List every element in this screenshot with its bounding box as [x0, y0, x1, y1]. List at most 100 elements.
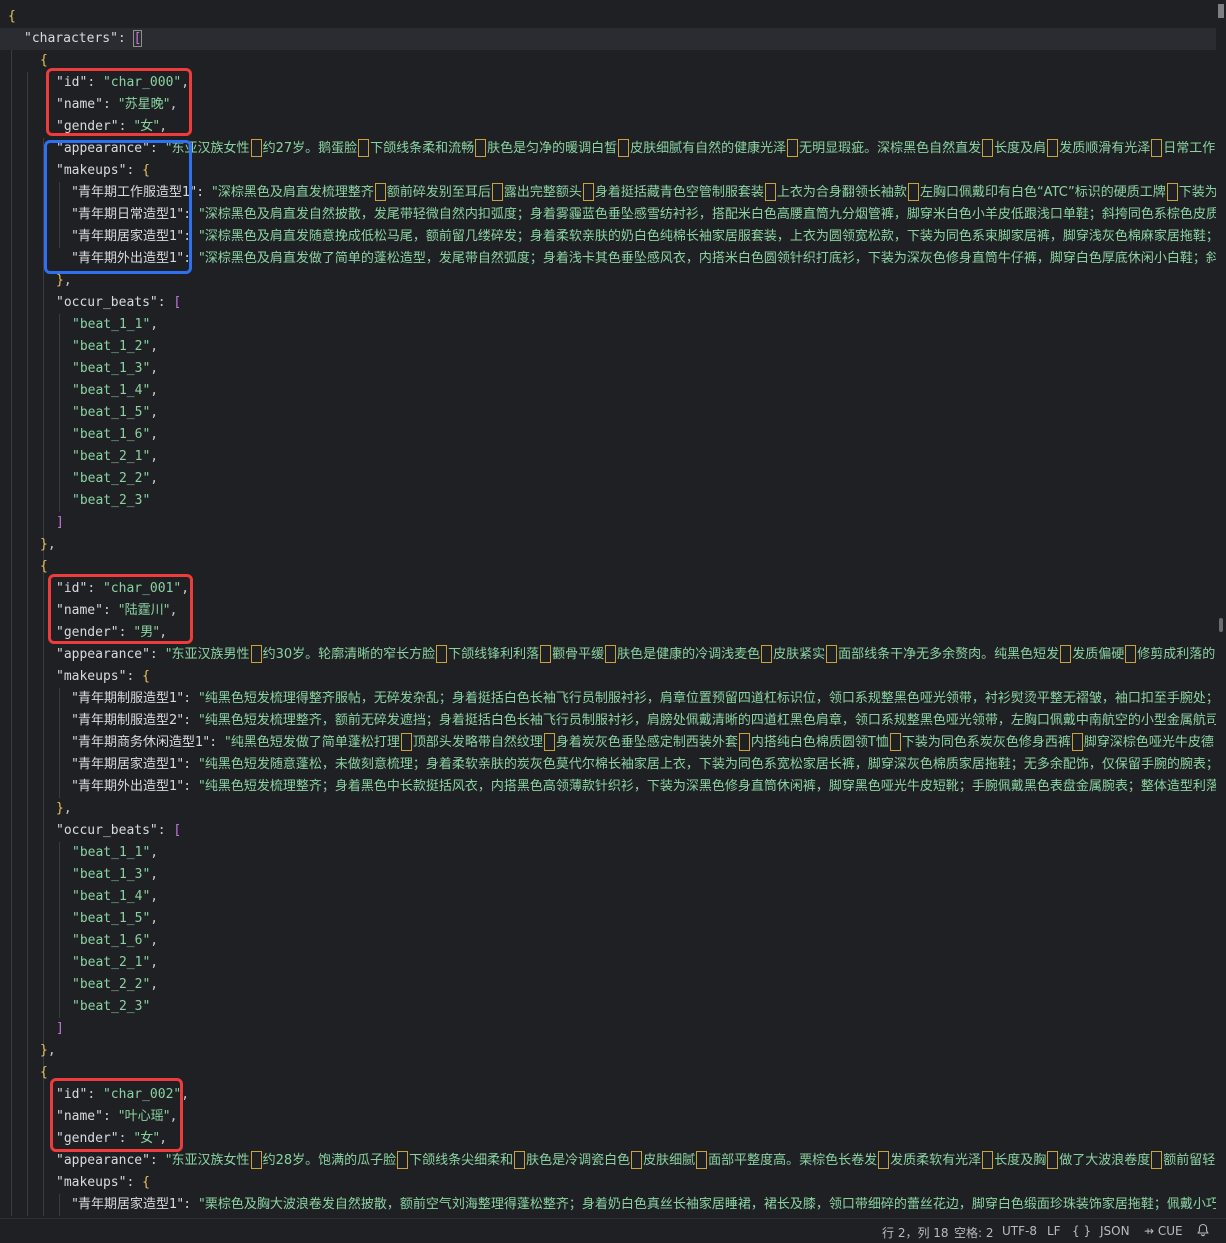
token-str: "beat_2_1": [72, 955, 151, 970]
token-str: 额前留轻薄: [1163, 1153, 1216, 1168]
token-str: "纯黑色短发随意蓬松，未做刻意梳理；身着柔软亲肤的炭灰色莫代尔棉长袖家居上衣，下…: [198, 757, 1216, 772]
code-line: "beat_1_4",: [72, 380, 158, 402]
language-mode[interactable]: JSON: [1100, 1224, 1130, 1238]
separator-marker: [543, 733, 555, 751]
indentation-setting[interactable]: 空格: 2: [954, 1224, 994, 1241]
token-str: "beat_1_6": [72, 427, 151, 442]
token-str: 修剪成利落的: [1137, 647, 1216, 662]
token-key: "appearance": [56, 647, 150, 662]
token-punc: :: [196, 185, 212, 200]
token-str: 顶部头发略带自然纹理: [412, 735, 543, 750]
scrollbar-thumb[interactable]: [1219, 618, 1223, 632]
bell-icon-glyph: [1197, 1223, 1209, 1237]
code-line: "appearance": "东亚汉族男性 约30岁。轮廓清晰的窄长方脸 下颌线锋利…: [56, 644, 1215, 666]
code-line: "beat_1_4",: [72, 886, 158, 908]
token-str: 日常工作时: [1163, 141, 1216, 156]
token-str: 额前碎发别至耳后: [386, 185, 491, 200]
separator-marker: [436, 645, 448, 663]
token-str: "beat_1_5": [72, 405, 151, 420]
token-punc: ,: [63, 273, 72, 288]
token-str: 肤色是冷调瓷白色: [526, 1153, 631, 1168]
token-brace: }: [40, 537, 48, 552]
code-line: "青年期制服造型1": "纯黑色短发梳理得整齐服帖，无碎发杂乱；身着挺括白色长袖…: [72, 688, 1216, 710]
token-key: "occur_beats": [56, 823, 158, 838]
token-str: "纯黑色短发梳理整齐；身着黑色中长款挺括风衣，内搭黑色高领薄款针织衫，下装为深黑…: [198, 779, 1216, 794]
token-punc: ,: [150, 889, 159, 904]
token-str: 下装为: [1178, 185, 1216, 200]
token-str: 露出完整额头: [503, 185, 582, 200]
token-str: "东亚汉族男性: [165, 647, 250, 662]
token-key: "青年期商务休闲造型1": [72, 735, 210, 750]
token-punc: ,: [150, 427, 159, 442]
separator-marker: [738, 733, 750, 751]
token-key: "makeups": [56, 1175, 127, 1190]
code-line: "beat_2_3": [72, 490, 150, 512]
indent-guide: [59, 688, 60, 798]
code-line: {: [40, 556, 48, 578]
code-line: "青年期日常造型1": "深棕黑色及肩直发自然披散，发尾带轻微自然内扣弧度；身着…: [72, 204, 1216, 226]
cursor-position[interactable]: 行 2，列 18: [882, 1224, 949, 1241]
token-punc: :: [149, 1153, 166, 1168]
code-line: "beat_1_6",: [72, 930, 158, 952]
bell-icon[interactable]: [1196, 1223, 1210, 1240]
code-line: {: [40, 50, 48, 72]
token-str: "栗棕色及胸大波浪卷发自然披散，额前空气刘海整理得蓬松整齐；身着奶白色真丝长袖家…: [198, 1197, 1216, 1212]
token-punc: ,: [150, 317, 159, 332]
token-str: 下颌线条尖细柔和: [409, 1153, 514, 1168]
indent-guide: [59, 314, 60, 512]
token-key: "青年期外出造型1": [72, 779, 184, 794]
token-str: "纯黑色短发梳理整齐，额前无碎发遮挡；身着挺括白色长袖飞行员制服衬衫，肩膀处佩戴…: [198, 713, 1216, 728]
code-line: "beat_1_5",: [72, 402, 158, 424]
code-editor[interactable]: {"characters": [{"id": "char_000", "name"…: [0, 0, 1216, 1216]
token-str: 脚穿深棕色哑光牛皮德: [1083, 735, 1214, 750]
token-str: 身着炭灰色垂坠感定制西装外套: [555, 735, 738, 750]
separator-marker: [1047, 1151, 1059, 1169]
braces-icon[interactable]: { }: [1072, 1224, 1091, 1238]
separator-marker: [907, 183, 919, 201]
code-line: "occur_beats": [: [56, 820, 181, 842]
token-punc: ,: [150, 405, 159, 420]
indent-guide: [59, 1194, 60, 1216]
highlight-box-char-002-identity: [50, 1078, 183, 1152]
code-line: "青年期居家造型1": "深棕黑色及肩直发随意挽成低松马尾，额前留几缕碎发；身着…: [72, 226, 1216, 248]
token-str: 面部线条干净无多余赘肉。纯黑色短发: [838, 647, 1060, 662]
token-bracket: [: [173, 295, 182, 310]
token-punc: ,: [150, 449, 159, 464]
separator-marker: [696, 1151, 708, 1169]
token-str: 身着挺括藏青色空管制服套装: [594, 185, 764, 200]
code-line: "beat_1_1",: [72, 842, 158, 864]
separator-marker: [397, 1151, 409, 1169]
separator-marker: [250, 1151, 262, 1169]
encoding-indicator[interactable]: UTF-8: [1002, 1224, 1037, 1238]
status-bar: 行 2，列 18 空格: 2 UTF-8 LF { } JSON ⇸ CUE: [0, 1218, 1226, 1243]
token-str: 皮肤细腻: [643, 1153, 696, 1168]
token-str: 长度及胸: [994, 1153, 1047, 1168]
token-punc: :: [183, 713, 199, 728]
token-str: "beat_1_2": [72, 339, 151, 354]
separator-marker: [250, 139, 262, 157]
token-str: 肤色是匀净的暖调白皙: [487, 141, 618, 156]
separator-marker: [475, 139, 487, 157]
code-line: "beat_1_3",: [72, 358, 158, 380]
separator-marker: [540, 645, 552, 663]
vertical-scrollbar[interactable]: [1216, 0, 1226, 1216]
eol-indicator[interactable]: LF: [1047, 1224, 1061, 1238]
token-str: 皮肤紧实: [773, 647, 826, 662]
code-line: "beat_1_6",: [72, 424, 158, 446]
cue-status[interactable]: ⇸ CUE: [1144, 1224, 1183, 1238]
token-str: 肤色是健康的冷调浅麦色: [617, 647, 761, 662]
code-line: "occur_beats": [: [56, 292, 181, 314]
token-key: "appearance": [56, 1153, 150, 1168]
token-str: 约27岁。鹅蛋脸: [262, 141, 358, 156]
separator-marker: [631, 1151, 643, 1169]
separator-marker: [1071, 733, 1083, 751]
token-str: 上衣为合身翻领长袖款: [776, 185, 907, 200]
token-str: 皮肤细腻有自然的健康光泽: [630, 141, 787, 156]
scrollbar-position-marker: [1218, 4, 1224, 18]
code-line: "beat_1_5",: [72, 908, 158, 930]
token-str: 内搭纯白色棉质圆领T恤: [750, 735, 889, 750]
token-str: "beat_1_3": [72, 361, 151, 376]
code-line: {: [8, 6, 16, 28]
token-brace: }: [56, 273, 64, 288]
token-str: 面部平整度高。栗棕色长卷发: [708, 1153, 878, 1168]
